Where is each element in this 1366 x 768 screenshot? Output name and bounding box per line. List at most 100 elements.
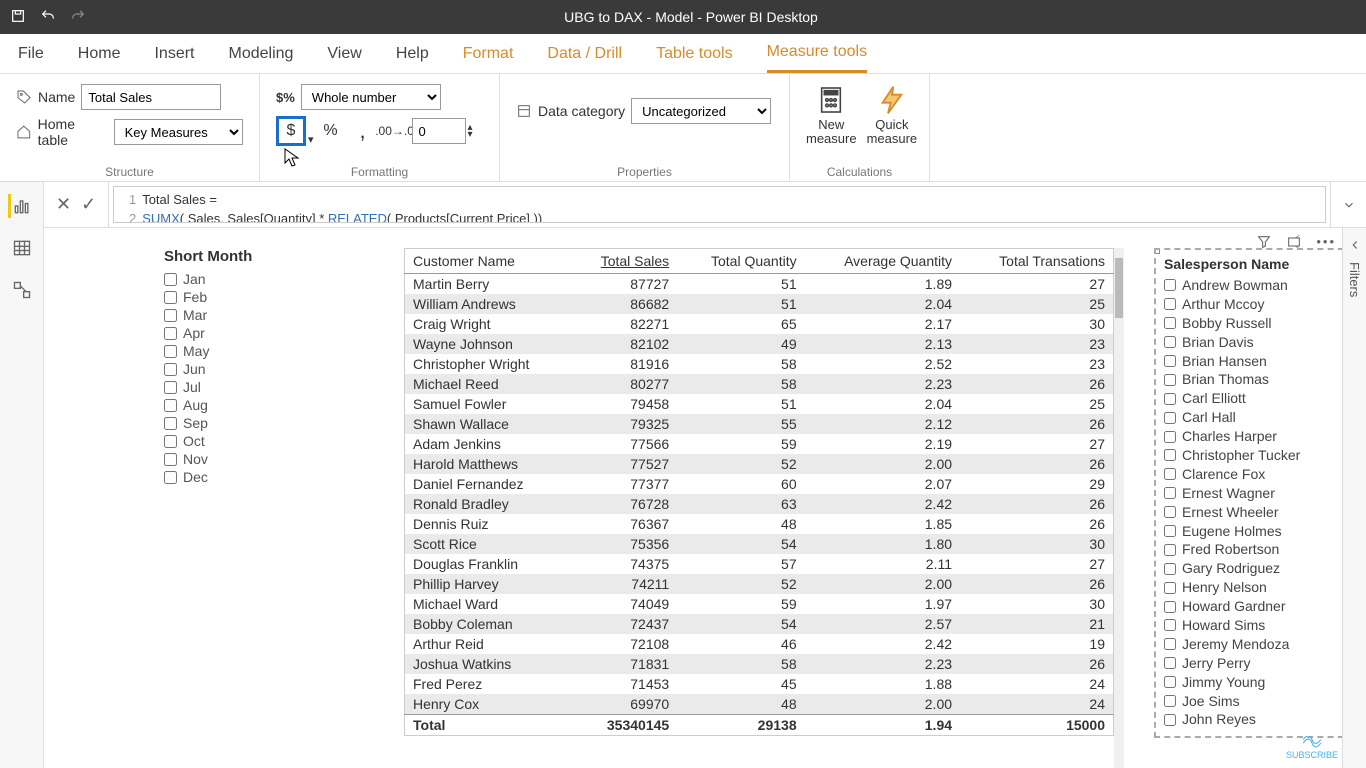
salesperson-option[interactable]: Jerry Perry	[1164, 654, 1348, 673]
checkbox[interactable]	[1164, 279, 1176, 291]
table-row[interactable]: Scott Rice75356541.8030	[405, 534, 1114, 554]
salesperson-option[interactable]: Joe Sims	[1164, 692, 1348, 711]
checkbox[interactable]	[1164, 468, 1176, 480]
table-row[interactable]: Wayne Johnson82102492.1323	[405, 334, 1114, 354]
checkbox[interactable]	[1164, 563, 1176, 575]
checkbox[interactable]	[1164, 676, 1176, 688]
salesperson-slicer[interactable]: Salesperson Name Andrew BowmanArthur Mcc…	[1154, 248, 1354, 738]
checkbox[interactable]	[164, 417, 177, 430]
salesperson-option[interactable]: Jeremy Mendoza	[1164, 635, 1348, 654]
table-row[interactable]: Joshua Watkins71831582.2326	[405, 654, 1114, 674]
salesperson-option[interactable]: Carl Elliott	[1164, 389, 1348, 408]
salesperson-option[interactable]: Howard Gardner	[1164, 597, 1348, 616]
comma-format-button[interactable]: ,	[348, 116, 378, 146]
salesperson-option[interactable]: Andrew Bowman	[1164, 276, 1348, 295]
tab-home[interactable]: Home	[78, 34, 121, 73]
checkbox[interactable]	[1164, 393, 1176, 405]
tab-help[interactable]: Help	[396, 34, 429, 73]
checkbox[interactable]	[164, 309, 177, 322]
checkbox[interactable]	[1164, 657, 1176, 669]
spinner-down[interactable]: ▾	[468, 131, 473, 138]
table-row[interactable]: William Andrews86682512.0425	[405, 294, 1114, 314]
salesperson-option[interactable]: Bobby Russell	[1164, 314, 1348, 333]
table-row[interactable]: Henry Cox69970482.0024	[405, 694, 1114, 715]
report-view-button[interactable]	[8, 194, 32, 218]
checkbox[interactable]	[1164, 298, 1176, 310]
data-view-button[interactable]	[10, 236, 34, 260]
undo-icon[interactable]	[40, 8, 56, 27]
checkbox[interactable]	[1164, 506, 1176, 518]
table-row[interactable]: Fred Perez71453451.8824	[405, 674, 1114, 694]
salesperson-option[interactable]: Henry Nelson	[1164, 578, 1348, 597]
tab-data-drill[interactable]: Data / Drill	[547, 34, 622, 73]
tab-measure-tools[interactable]: Measure tools	[767, 34, 868, 73]
checkbox[interactable]	[164, 453, 177, 466]
checkbox[interactable]	[164, 399, 177, 412]
quick-measure-button[interactable]: Quick measure	[867, 84, 918, 147]
table-row[interactable]: Harold Matthews77527522.0026	[405, 454, 1114, 474]
tab-modeling[interactable]: Modeling	[228, 34, 293, 73]
data-category-select[interactable]: Uncategorized	[631, 98, 771, 124]
checkbox[interactable]	[1164, 619, 1176, 631]
salesperson-option[interactable]: Ernest Wheeler	[1164, 503, 1348, 522]
checkbox[interactable]	[164, 381, 177, 394]
month-option[interactable]: Feb	[164, 289, 364, 305]
checkbox[interactable]	[1164, 317, 1176, 329]
salesperson-option[interactable]: Jimmy Young	[1164, 673, 1348, 692]
table-row[interactable]: Arthur Reid72108462.4219	[405, 634, 1114, 654]
checkbox[interactable]	[1164, 544, 1176, 556]
expand-formula-button[interactable]	[1330, 182, 1366, 227]
month-option[interactable]: May	[164, 343, 364, 359]
salesperson-option[interactable]: Christopher Tucker	[1164, 446, 1348, 465]
tab-view[interactable]: View	[327, 34, 361, 73]
decimal-format-button[interactable]: .00→.0	[380, 116, 410, 146]
month-option[interactable]: Jun	[164, 361, 364, 377]
month-option[interactable]: Jul	[164, 379, 364, 395]
model-view-button[interactable]	[10, 278, 34, 302]
checkbox[interactable]	[1164, 582, 1176, 594]
salesperson-option[interactable]: Brian Thomas	[1164, 370, 1348, 389]
salesperson-option[interactable]: Brian Davis	[1164, 333, 1348, 352]
percent-format-button[interactable]: %	[316, 116, 346, 146]
checkbox[interactable]	[164, 435, 177, 448]
salesperson-option[interactable]: Brian Hansen	[1164, 352, 1348, 371]
month-option[interactable]: Dec	[164, 469, 364, 485]
month-option[interactable]: Aug	[164, 397, 364, 413]
checkbox[interactable]	[1164, 714, 1176, 726]
table-row[interactable]: Daniel Fernandez77377602.0729	[405, 474, 1114, 494]
currency-format-button[interactable]: $	[276, 116, 306, 146]
table-row[interactable]: Samuel Fowler79458512.0425	[405, 394, 1114, 414]
month-option[interactable]: Apr	[164, 325, 364, 341]
checkbox[interactable]	[1164, 336, 1176, 348]
tab-file[interactable]: File	[18, 34, 44, 73]
column-header[interactable]: Total Sales	[571, 249, 677, 274]
salesperson-option[interactable]: Eugene Holmes	[1164, 522, 1348, 541]
checkbox[interactable]	[164, 471, 177, 484]
salesperson-option[interactable]: Arthur Mccoy	[1164, 295, 1348, 314]
save-icon[interactable]	[10, 8, 26, 27]
formula-editor[interactable]: 1Total Sales = 2SUMX( Sales, Sales[Quant…	[113, 186, 1326, 223]
table-row[interactable]: Douglas Franklin74375572.1127	[405, 554, 1114, 574]
column-header[interactable]: Average Quantity	[805, 249, 960, 274]
table-row[interactable]: Phillip Harvey74211522.0026	[405, 574, 1114, 594]
checkbox[interactable]	[1164, 601, 1176, 613]
tab-format[interactable]: Format	[463, 34, 514, 73]
decimal-places-input[interactable]	[412, 118, 466, 144]
month-option[interactable]: Jan	[164, 271, 364, 287]
table-row[interactable]: Craig Wright82271652.1730	[405, 314, 1114, 334]
month-option[interactable]: Nov	[164, 451, 364, 467]
commit-formula-icon[interactable]: ✓	[81, 194, 96, 215]
salesperson-option[interactable]: John Reyes	[1164, 710, 1348, 729]
checkbox[interactable]	[1164, 638, 1176, 650]
salesperson-option[interactable]: Gary Rodriguez	[1164, 559, 1348, 578]
cancel-formula-icon[interactable]: ✕	[56, 194, 71, 215]
checkbox[interactable]	[1164, 695, 1176, 707]
table-row[interactable]: Christopher Wright81916582.5223	[405, 354, 1114, 374]
checkbox[interactable]	[1164, 355, 1176, 367]
salesperson-option[interactable]: Clarence Fox	[1164, 465, 1348, 484]
salesperson-option[interactable]: Charles Harper	[1164, 427, 1348, 446]
salesperson-option[interactable]: Fred Robertson	[1164, 540, 1348, 559]
checkbox[interactable]	[1164, 412, 1176, 424]
table-row[interactable]: Adam Jenkins77566592.1927	[405, 434, 1114, 454]
filters-pane-collapsed[interactable]: Filters	[1342, 228, 1366, 768]
